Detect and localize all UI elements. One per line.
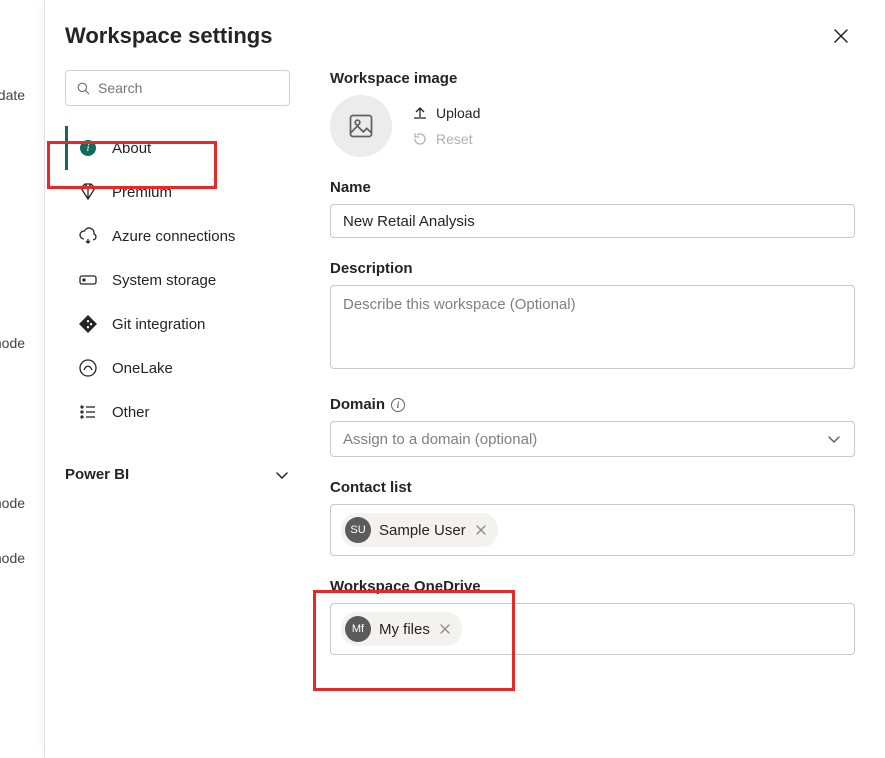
search-input[interactable]	[98, 80, 279, 96]
cloud-link-icon	[78, 226, 98, 246]
sidebar-nav: i About Premium Azure connections System…	[65, 126, 290, 434]
sidebar-item-label: Premium	[112, 184, 172, 201]
reset-label: Reset	[436, 131, 473, 147]
background-fragments: pdate mode d mode mode	[0, 0, 44, 758]
sidebar-item-label: Azure connections	[112, 228, 235, 245]
sidebar-item-azure-connections[interactable]: Azure connections	[65, 214, 290, 258]
chevron-down-icon	[274, 467, 290, 483]
workspace-image-label: Workspace image	[330, 70, 855, 87]
chevron-down-icon	[826, 431, 842, 447]
close-button[interactable]	[825, 20, 857, 52]
other-icon	[78, 402, 98, 422]
sidebar-item-label: About	[112, 140, 151, 157]
image-icon	[347, 112, 375, 140]
name-input[interactable]	[330, 204, 855, 238]
domain-placeholder: Assign to a domain (optional)	[343, 431, 537, 448]
remove-icon[interactable]	[474, 523, 488, 537]
sidebar-item-label: Git integration	[112, 316, 205, 333]
diamond-icon	[78, 182, 98, 202]
description-label: Description	[330, 260, 855, 277]
sidebar-item-label: Other	[112, 404, 150, 421]
domain-label: Domain i	[330, 396, 855, 413]
sidebar-item-onelake[interactable]: OneLake	[65, 346, 290, 390]
avatar: Mf	[345, 616, 371, 642]
contact-name: Sample User	[379, 522, 466, 539]
info-icon: i	[78, 138, 98, 158]
storage-icon	[78, 270, 98, 290]
form-area: Workspace image Upload Reset Name	[330, 70, 857, 677]
sidebar-item-other[interactable]: Other	[65, 390, 290, 434]
onedrive-name: My files	[379, 621, 430, 638]
page-title: Workspace settings	[65, 23, 272, 49]
sidebar-item-git-integration[interactable]: Git integration	[65, 302, 290, 346]
sidebar: i About Premium Azure connections System…	[65, 70, 290, 677]
sidebar-item-system-storage[interactable]: System storage	[65, 258, 290, 302]
upload-label: Upload	[436, 105, 480, 121]
sidebar-item-about[interactable]: i About	[65, 126, 290, 170]
upload-button[interactable]: Upload	[412, 105, 480, 121]
workspace-onedrive-label: Workspace OneDrive	[330, 578, 855, 595]
workspace-image-placeholder[interactable]	[330, 95, 392, 157]
contact-list-label: Contact list	[330, 479, 855, 496]
reset-button: Reset	[412, 131, 480, 147]
sidebar-group-label: Power BI	[65, 466, 129, 483]
domain-select[interactable]: Assign to a domain (optional)	[330, 421, 855, 457]
onelake-icon	[78, 358, 98, 378]
sidebar-item-premium[interactable]: Premium	[65, 170, 290, 214]
upload-icon	[412, 105, 428, 121]
contact-chip: SU Sample User	[341, 513, 498, 547]
settings-panel: Workspace settings i About Premium	[44, 0, 885, 758]
sidebar-group-powerbi[interactable]: Power BI	[65, 466, 290, 483]
close-icon	[833, 28, 849, 44]
onedrive-chip: Mf My files	[341, 612, 462, 646]
git-icon	[78, 314, 98, 334]
reset-icon	[412, 131, 428, 147]
workspace-onedrive-field[interactable]: Mf My files	[330, 603, 855, 655]
avatar: SU	[345, 517, 371, 543]
info-icon[interactable]: i	[391, 398, 405, 412]
search-input-wrap[interactable]	[65, 70, 290, 106]
sidebar-item-label: OneLake	[112, 360, 173, 377]
search-icon	[76, 79, 90, 97]
contact-list-field[interactable]: SU Sample User	[330, 504, 855, 556]
description-input[interactable]	[330, 285, 855, 369]
sidebar-item-label: System storage	[112, 272, 216, 289]
name-label: Name	[330, 179, 855, 196]
remove-icon[interactable]	[438, 622, 452, 636]
